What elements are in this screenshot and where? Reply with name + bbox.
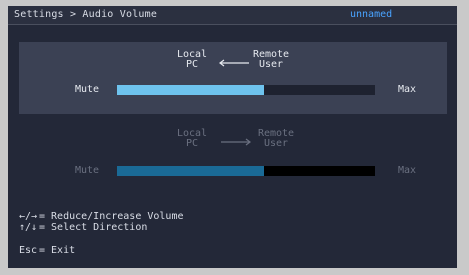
remote-user-label: Remote User <box>252 49 290 70</box>
selected-direction-highlight <box>19 42 447 114</box>
help-adjust-volume: ←/→ = Reduce/Increase Volume <box>19 212 184 222</box>
remote-user-label: Remote User <box>257 128 295 149</box>
breadcrumb: Settings > Audio Volume <box>14 9 158 20</box>
max-label: Max <box>398 84 417 95</box>
mute-label: Mute <box>75 165 100 176</box>
help-select-direction: ↑/↓ = Select Direction <box>19 223 147 233</box>
max-label: Max <box>398 165 417 176</box>
audio-volume-screen: Settings > Audio Volume unnamed Local PC… <box>8 6 457 268</box>
help-adjust-text: = Reduce/Increase Volume <box>39 211 184 222</box>
volume-level-fill <box>117 166 265 176</box>
local-pc-label: Local PC <box>176 49 208 70</box>
esc-key-label: Esc <box>19 245 38 256</box>
volume-level-fill <box>117 85 265 95</box>
local-pc-label: Local PC <box>176 128 208 149</box>
arrow-left-icon <box>219 59 249 67</box>
volume-slider[interactable] <box>117 166 375 176</box>
help-exit-text: = Exit <box>39 245 76 256</box>
arrow-right-icon <box>221 138 251 146</box>
up-down-arrows-icon: ↑/↓ <box>19 222 38 233</box>
left-right-arrows-icon: ←/→ <box>19 211 38 222</box>
help-exit: Esc = Exit <box>19 246 75 256</box>
volume-slider[interactable] <box>117 85 375 95</box>
title-bar: Settings > Audio Volume unnamed <box>8 6 457 25</box>
help-select-text: = Select Direction <box>39 222 148 233</box>
mute-label: Mute <box>75 84 100 95</box>
user-name: unnamed <box>350 9 393 20</box>
